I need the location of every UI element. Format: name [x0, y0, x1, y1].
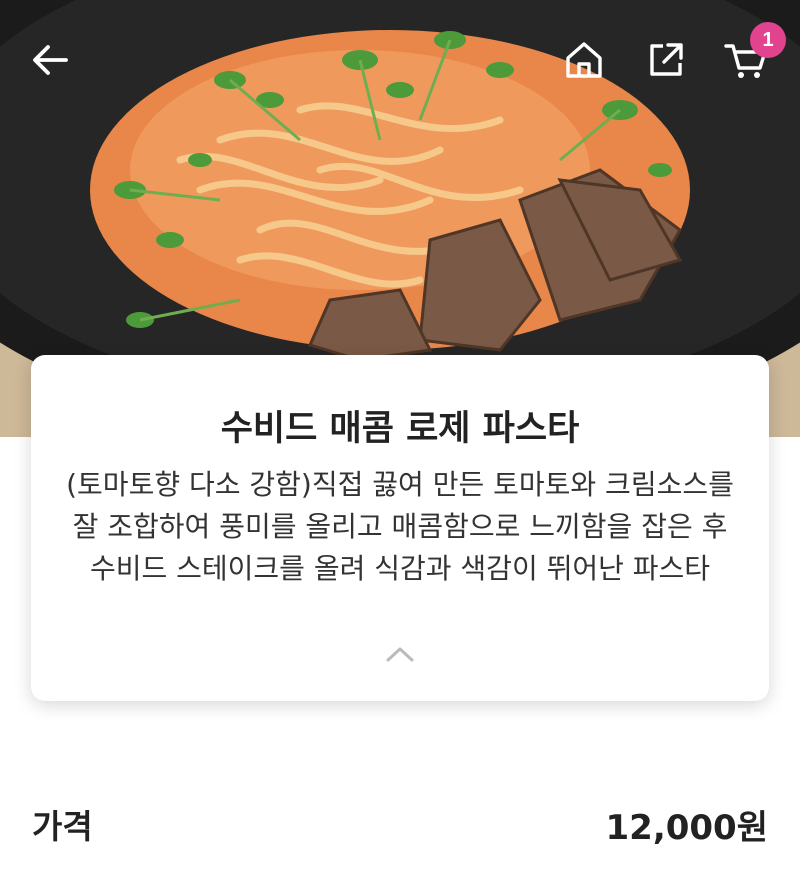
cart-count-badge: 1	[750, 22, 786, 58]
chevron-up-icon	[386, 647, 414, 662]
price-label: 가격	[32, 807, 93, 846]
collapse-description-button[interactable]	[380, 636, 420, 672]
home-icon	[566, 42, 602, 78]
top-navigation-bar: 1	[0, 0, 800, 120]
product-detail-page: 1 수비드 매콤 로제 파스타 (토마토향 다소 강함)직접 끓여 만든 토마토…	[0, 0, 800, 887]
share-icon	[650, 43, 683, 76]
share-button[interactable]	[638, 32, 694, 88]
back-button[interactable]	[22, 32, 78, 88]
price-value: 12,000원	[605, 808, 768, 848]
product-description: (토마토향 다소 강함)직접 끓여 만든 토마토와 크림소스를 잘 조합하여 풍…	[66, 468, 734, 585]
home-button[interactable]	[556, 32, 612, 88]
product-title: 수비드 매콤 로제 파스타	[220, 409, 580, 449]
arrow-left-icon	[33, 45, 68, 75]
